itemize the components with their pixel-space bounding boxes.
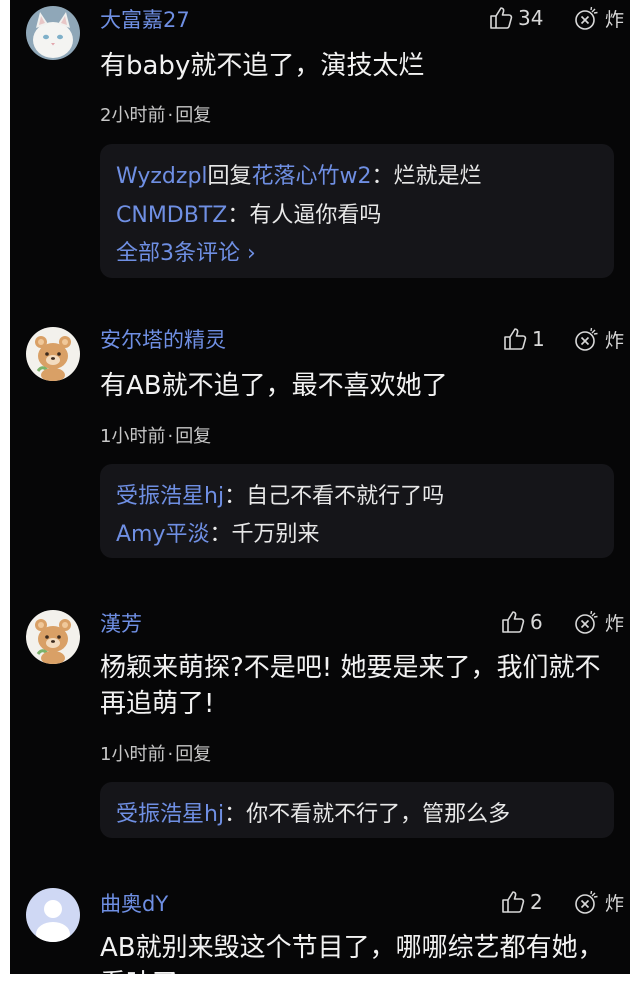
reply-target-username[interactable]: 花落心竹w2 xyxy=(252,164,372,189)
like-count: 34 xyxy=(518,6,544,30)
default-user-icon xyxy=(26,888,80,942)
reply-text: ：烂就是烂 xyxy=(371,164,482,189)
username[interactable]: 安尔塔的精灵 xyxy=(100,324,226,354)
comment-meta: 1小时前 · 回复 xyxy=(100,422,211,448)
reply-username[interactable]: 受振浩星hj xyxy=(116,802,224,827)
bomb-button[interactable]: 炸 xyxy=(573,889,624,916)
comment-time: 2小时前 xyxy=(100,105,166,126)
username[interactable]: 漢芳 xyxy=(100,608,142,638)
reply-item[interactable]: Amy平淡：千万别来 xyxy=(116,516,320,548)
like-button[interactable]: 34 xyxy=(488,5,543,31)
like-button[interactable]: 1 xyxy=(502,326,545,352)
reply-username[interactable]: Wyzdzpl xyxy=(116,164,208,189)
bear-icon xyxy=(26,610,80,664)
thumbs-up-icon xyxy=(502,611,525,633)
reply-username[interactable]: 受振浩星hj xyxy=(116,484,224,509)
like-count: 1 xyxy=(532,327,545,351)
reply-box: Wyzdzpl回复花落心竹w2：烂就是烂 CNMDBTZ：有人逼你看吗 全部3条… xyxy=(100,144,614,278)
reply-item[interactable]: CNMDBTZ：有人逼你看吗 xyxy=(116,197,381,229)
like-count: 6 xyxy=(530,610,543,634)
thumbs-up-icon xyxy=(490,7,513,29)
bomb-icon xyxy=(575,890,598,914)
comment-text: 有AB就不追了，最不喜欢她了 xyxy=(100,371,448,401)
reply-keyword: 回复 xyxy=(207,164,252,189)
thumbs-up-icon xyxy=(502,891,525,913)
username[interactable]: 大富嘉27 xyxy=(100,4,190,34)
reply-button[interactable]: 回复 xyxy=(175,105,211,126)
reply-username[interactable]: Amy平淡 xyxy=(116,522,210,547)
like-button[interactable]: 2 xyxy=(500,889,543,915)
like-count: 2 xyxy=(530,890,543,914)
avatar[interactable] xyxy=(26,6,80,60)
comment-text: AB就别来毁这个节目了，哪哪综艺都有她，看吐了 xyxy=(100,933,604,974)
reply-text: ：有人逼你看吗 xyxy=(227,203,382,228)
meta-separator: · xyxy=(167,744,174,765)
reply-box: 受振浩星hj：你不看就不行了，管那么多 xyxy=(100,782,614,838)
reply-text: ：你不看就不行了，管那么多 xyxy=(224,802,511,827)
bomb-label: 炸 xyxy=(604,613,624,635)
bomb-label: 炸 xyxy=(604,893,624,915)
bomb-button[interactable]: 炸 xyxy=(573,5,624,32)
white-cat-icon xyxy=(26,6,80,60)
reply-text: ：自己不看不就行了吗 xyxy=(224,484,445,509)
comment-text: 杨颖来萌探?不是吧! 她要是来了，我们就不再追萌了! xyxy=(100,653,601,719)
comment-text: 有baby就不追了，演技太烂 xyxy=(100,51,425,81)
thumbs-up-icon xyxy=(504,328,527,350)
reply-button[interactable]: 回复 xyxy=(175,744,211,765)
comment-meta: 1小时前 · 回复 xyxy=(100,740,211,766)
meta-separator: · xyxy=(167,105,174,126)
reply-username[interactable]: CNMDBTZ xyxy=(116,203,227,228)
reply-text: ：千万别来 xyxy=(209,522,320,547)
reply-item[interactable]: 受振浩星hj：你不看就不行了，管那么多 xyxy=(116,796,510,828)
bomb-label: 炸 xyxy=(604,330,624,352)
meta-separator: · xyxy=(167,426,174,447)
bomb-button[interactable]: 炸 xyxy=(573,609,624,636)
reply-item[interactable]: Wyzdzpl回复花落心竹w2：烂就是烂 xyxy=(116,158,482,190)
bomb-icon xyxy=(575,6,598,30)
like-button[interactable]: 6 xyxy=(500,609,543,635)
bomb-icon xyxy=(575,610,598,634)
bomb-label: 炸 xyxy=(604,9,624,31)
avatar[interactable] xyxy=(26,327,80,381)
comment-meta: 2小时前 · 回复 xyxy=(100,101,211,127)
reply-box: 受振浩星hj：自己不看不就行了吗 Amy平淡：千万别来 xyxy=(100,464,614,558)
comment-time: 1小时前 xyxy=(100,744,166,765)
reply-button[interactable]: 回复 xyxy=(175,426,211,447)
bear-icon xyxy=(26,327,80,381)
bomb-button[interactable]: 炸 xyxy=(573,326,624,353)
comment-time: 1小时前 xyxy=(100,426,166,447)
view-all-replies-link[interactable]: 全部3条评论 › xyxy=(116,235,256,267)
bomb-icon xyxy=(575,327,598,351)
avatar[interactable] xyxy=(26,610,80,664)
avatar[interactable] xyxy=(26,888,80,942)
username[interactable]: 曲奥dY xyxy=(100,888,168,918)
comment-list: 大富嘉27 34 炸 有baby就不追了，演技太烂 2小时前 · 回复 Wyzdzp… xyxy=(10,0,630,974)
reply-item[interactable]: 受振浩星hj：自己不看不就行了吗 xyxy=(116,478,444,510)
